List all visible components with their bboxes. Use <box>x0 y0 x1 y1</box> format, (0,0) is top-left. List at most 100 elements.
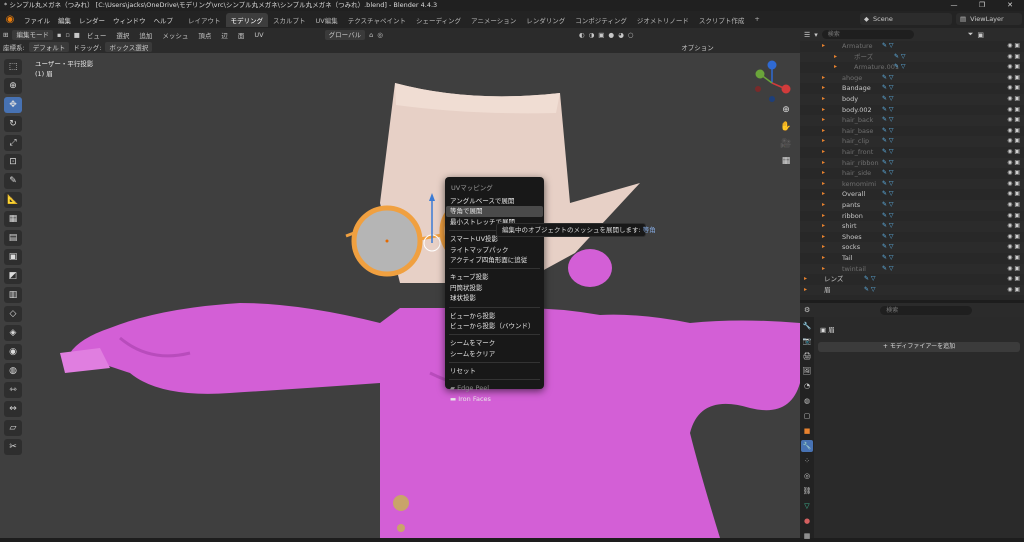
constraints-tab-icon[interactable]: ⛓ <box>801 485 813 497</box>
output-tab-icon[interactable]: 🖨 <box>801 350 813 362</box>
expand-arrow-icon[interactable]: ▸ <box>822 242 825 253</box>
menu-item-cylinder-projection[interactable]: 円筒状投影 <box>446 283 543 293</box>
transform-tool-icon[interactable]: ⊡ <box>4 154 22 170</box>
outliner-row[interactable]: ▸ ahoge ✎ ▽ ◉ ▣ <box>800 72 1024 84</box>
visibility-icon[interactable]: ◉ ▣ <box>1007 115 1020 126</box>
scene-tab-icon[interactable]: ◔ <box>801 380 813 392</box>
rotate-tool-icon[interactable]: ↻ <box>4 116 22 132</box>
knife-tool-icon[interactable]: ◇ <box>4 306 22 322</box>
menu-view[interactable]: ビュー <box>84 30 110 40</box>
visibility-icon[interactable]: ◉ ▣ <box>1007 147 1020 158</box>
menu-edit[interactable]: 編集 <box>54 15 75 25</box>
tab-compositing[interactable]: コンポジティング <box>570 13 632 27</box>
expand-arrow-icon[interactable]: ▸ <box>822 147 825 158</box>
rip-tool-icon[interactable]: ✂ <box>4 439 22 455</box>
add-modifier-button[interactable]: + モディファイアーを追加 <box>818 342 1020 352</box>
expand-arrow-icon[interactable]: ▸ <box>822 189 825 200</box>
loop-cut-tool-icon[interactable]: ▥ <box>4 287 22 303</box>
shear-tool-icon[interactable]: ▱ <box>4 420 22 436</box>
outliner-row[interactable]: ▸ hair_ribbon ✎ ▽ ◉ ▣ <box>800 157 1024 169</box>
outliner-row[interactable]: ▸ body.002 ✎ ▽ ◉ ▣ <box>800 105 1024 116</box>
collection-tab-icon[interactable]: ▢ <box>801 410 813 422</box>
add-cube-tool-icon[interactable]: ▦ <box>4 211 22 227</box>
menu-item-sphere-projection[interactable]: 球状投影 <box>446 293 543 303</box>
vertex-select-icon[interactable]: ▪ <box>57 31 61 39</box>
menu-item-mark-seam[interactable]: シームをマーク <box>446 338 543 348</box>
outliner-row[interactable]: ▸ Armature ✎ ▽ ◉ ▣ <box>800 41 1024 52</box>
transform-orientation[interactable]: グローバル <box>324 29 366 40</box>
inset-tool-icon[interactable]: ▣ <box>4 249 22 265</box>
navigation-gizmo[interactable] <box>752 59 792 103</box>
outliner-search-input[interactable]: 検索 <box>821 30 914 39</box>
outliner-row[interactable]: ▸ Overall ✎ ▽ ◉ ▣ <box>800 189 1024 200</box>
render-tab-icon[interactable]: 📷 <box>801 335 813 347</box>
expand-arrow-icon[interactable]: ▸ <box>822 211 825 222</box>
editor-type-icon[interactable]: ⊞ <box>3 31 8 39</box>
expand-arrow-icon[interactable]: ▸ <box>822 41 825 52</box>
expand-arrow-icon[interactable]: ▸ <box>822 115 825 126</box>
outliner-row[interactable]: ▸ hair_front ✎ ▽ ◉ ▣ <box>800 147 1024 158</box>
expand-arrow-icon[interactable]: ▸ <box>822 253 825 264</box>
texture-tab-icon[interactable]: ▦ <box>801 530 813 542</box>
outliner-row[interactable]: ▸ kemomimi ✎ ▽ ◉ ▣ <box>800 178 1024 190</box>
visibility-icon[interactable]: ◉ ▣ <box>1007 253 1020 264</box>
visibility-icon[interactable]: ◉ ▣ <box>1007 105 1020 116</box>
tab-rendering[interactable]: レンダリング <box>521 13 570 27</box>
properties-search-input[interactable]: 検索 <box>880 305 973 315</box>
expand-arrow-icon[interactable]: ▸ <box>822 221 825 232</box>
expand-arrow-icon[interactable]: ▸ <box>822 264 825 275</box>
menu-item-follow-active-quads[interactable]: アクティブ四角形面に追従 <box>446 255 543 265</box>
particles-tab-icon[interactable]: ⁘ <box>801 455 813 467</box>
bevel-tool-icon[interactable]: ◩ <box>4 268 22 284</box>
zoom-icon[interactable]: ⊕ <box>779 103 793 117</box>
visibility-icon[interactable]: ◉ ▣ <box>1007 158 1020 169</box>
tab-geometry-nodes[interactable]: ジオメトリノード <box>632 13 694 27</box>
extrude-tool-icon[interactable]: ▤ <box>4 230 22 246</box>
visibility-icon[interactable]: ◉ ▣ <box>1007 73 1020 84</box>
visibility-icon[interactable]: ◉ ▣ <box>1007 264 1020 275</box>
pan-hand-icon[interactable]: ✋ <box>779 120 793 134</box>
expand-arrow-icon[interactable]: ▸ <box>822 105 825 116</box>
drag-dropdown[interactable]: ボックス選択 <box>105 42 153 52</box>
menu-window[interactable]: ウィンドウ <box>109 15 150 25</box>
select-box-tool-icon[interactable]: ⬚ <box>4 59 22 75</box>
camera-view-icon[interactable]: 🎥 <box>779 137 793 151</box>
outliner-row[interactable]: ▸ ポーズ ✎ ▽ ◉ ▣ <box>800 51 1024 63</box>
visibility-icon[interactable]: ◉ ▣ <box>1007 41 1020 52</box>
expand-arrow-icon[interactable]: ▸ <box>834 62 837 73</box>
tab-modeling[interactable]: モデリング <box>225 12 268 27</box>
maximize-button[interactable]: ❐ <box>968 0 996 11</box>
menu-file[interactable]: ファイル <box>20 15 54 25</box>
visibility-icon[interactable]: ◉ ▣ <box>1007 62 1020 73</box>
shrink-tool-icon[interactable]: ⇔ <box>4 401 22 417</box>
menu-item-cube-projection[interactable]: キューブ投影 <box>446 272 543 282</box>
expand-arrow-icon[interactable]: ▸ <box>822 136 825 147</box>
outliner-row[interactable]: ▸ ribbon ✎ ▽ ◉ ▣ <box>800 211 1024 222</box>
outliner-row[interactable]: ▸ hair_back ✎ ▽ ◉ ▣ <box>800 115 1024 126</box>
visibility-icon[interactable]: ◉ ▣ <box>1007 136 1020 147</box>
outliner-row[interactable]: ▸ pants ✎ ▽ ◉ ▣ <box>800 200 1024 211</box>
ortho-grid-icon[interactable]: ▦ <box>779 154 793 168</box>
visibility-icon[interactable]: ◉ ▣ <box>1007 211 1020 222</box>
outliner-row[interactable]: ▸ socks ✎ ▽ ◉ ▣ <box>800 242 1024 253</box>
visibility-icon[interactable]: ◉ ▣ <box>1007 232 1020 243</box>
menu-uv[interactable]: UV <box>251 31 266 39</box>
tab-sculpt[interactable]: スカルプト <box>268 13 311 27</box>
expand-arrow-icon[interactable]: ▸ <box>822 232 825 243</box>
visibility-icon[interactable]: ◉ ▣ <box>1007 94 1020 105</box>
scene-selector[interactable]: ◆ Scene <box>860 13 952 25</box>
expand-arrow-icon[interactable]: ▸ <box>822 73 825 84</box>
outliner-row[interactable]: ▸ shirt ✎ ▽ ◉ ▣ <box>800 221 1024 232</box>
expand-arrow-icon[interactable]: ▸ <box>822 83 825 94</box>
menu-add[interactable]: 追加 <box>136 30 155 40</box>
minimize-button[interactable]: — <box>940 0 968 11</box>
outliner-row[interactable]: ▸ Armature.001 ✎ ▽ ◉ ▣ <box>800 62 1024 73</box>
material-shading-icon[interactable]: ◕ <box>618 31 624 39</box>
expand-arrow-icon[interactable]: ▸ <box>822 168 825 179</box>
menu-item-lightmap-pack[interactable]: ライトマップパック <box>446 245 543 255</box>
spin-tool-icon[interactable]: ◉ <box>4 344 22 360</box>
menu-mesh[interactable]: メッシュ <box>159 30 191 40</box>
viewport-shading-icon[interactable]: ◐ <box>579 31 585 39</box>
menu-edge[interactable]: 辺 <box>218 30 231 40</box>
menu-item-angle-based-unwrap[interactable]: アングルベースで展開 <box>446 196 543 206</box>
